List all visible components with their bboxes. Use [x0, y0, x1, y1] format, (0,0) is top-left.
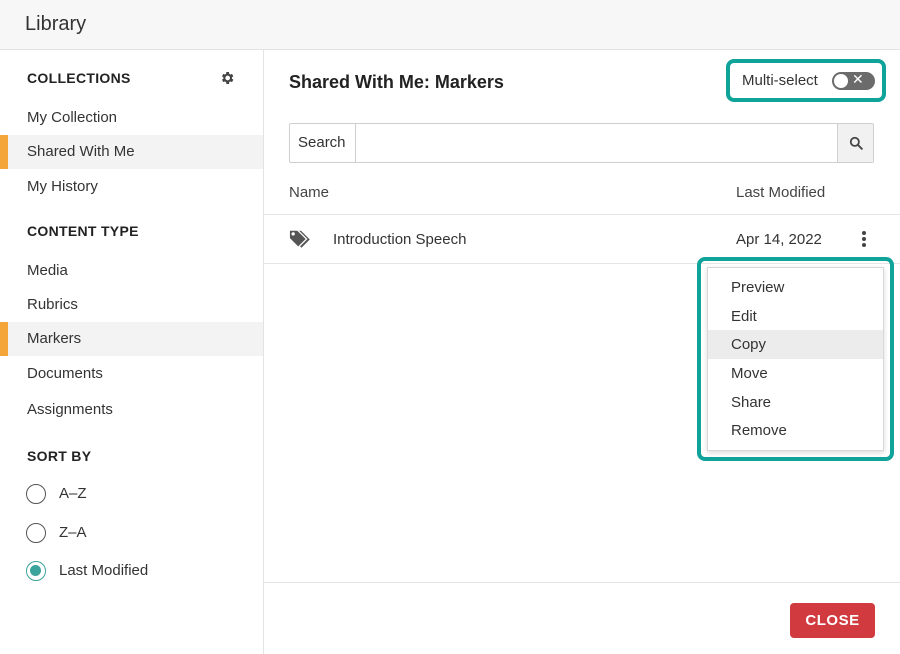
sidebar-item-label: Assignments [27, 401, 113, 418]
search-bar: Search [289, 123, 874, 163]
sidebar-item-media[interactable]: Media [0, 254, 263, 288]
menu-item-edit[interactable]: Edit [708, 302, 883, 331]
sidebar-item-markers[interactable]: Markers [0, 322, 263, 356]
row-last-modified: Apr 14, 2022 [736, 231, 822, 248]
multiselect-toggle[interactable]: ✕ [832, 71, 875, 90]
search-input[interactable] [357, 124, 837, 162]
toggle-knob [834, 74, 848, 88]
search-icon [849, 136, 863, 150]
sidebar-item-rubrics[interactable]: Rubrics [0, 288, 263, 322]
kebab-menu-icon[interactable] [858, 229, 870, 249]
context-menu: Preview Edit Copy Move Share Remove [707, 267, 884, 451]
sidebar-item-my-history[interactable]: My History [0, 170, 263, 204]
collections-heading: COLLECTIONS [27, 70, 131, 86]
gear-icon[interactable] [219, 70, 237, 88]
title-bar: Library [0, 0, 900, 50]
sort-by-heading: SORT BY [27, 448, 92, 464]
sidebar-item-shared-with-me[interactable]: Shared With Me [0, 135, 263, 169]
sidebar-item-label: My History [27, 178, 98, 195]
row-name: Introduction Speech [333, 231, 467, 248]
menu-item-move[interactable]: Move [708, 359, 883, 388]
sidebar-item-my-collection[interactable]: My Collection [0, 101, 263, 135]
sidebar-item-documents[interactable]: Documents [0, 357, 263, 391]
sidebar-item-label: My Collection [27, 109, 118, 126]
content-type-heading: CONTENT TYPE [27, 223, 139, 239]
sidebar-item-label: Rubrics [27, 296, 78, 313]
dialog-footer: CLOSE [264, 582, 900, 654]
multiselect-highlight: Multi-select ✕ [726, 59, 886, 102]
sidebar: COLLECTIONS My Collection Shared With Me… [0, 50, 264, 654]
column-header-last-modified[interactable]: Last Modified [736, 184, 825, 201]
sidebar-item-label: Documents [27, 365, 103, 382]
column-header-name[interactable]: Name [289, 184, 329, 201]
context-menu-highlight: Preview Edit Copy Move Share Remove [697, 257, 894, 461]
menu-item-preview[interactable]: Preview [708, 273, 883, 302]
radio-label: Z–A [59, 524, 87, 541]
sidebar-item-label: Media [27, 262, 68, 279]
radio-label: Last Modified [59, 562, 149, 579]
search-button[interactable] [837, 124, 873, 162]
tag-icon [289, 229, 313, 254]
close-icon: ✕ [852, 71, 864, 87]
main-panel: Shared With Me: Markers Multi-select ✕ S… [264, 50, 900, 654]
close-button[interactable]: CLOSE [790, 603, 875, 638]
sidebar-item-assignments[interactable]: Assignments [0, 393, 263, 427]
search-label: Search [290, 124, 356, 162]
page-title: Shared With Me: Markers [289, 72, 504, 92]
menu-item-copy[interactable]: Copy [708, 330, 883, 360]
radio-button[interactable] [26, 484, 46, 504]
radio-label: A–Z [59, 485, 87, 502]
menu-item-share[interactable]: Share [708, 388, 883, 417]
radio-button-checked[interactable] [26, 561, 46, 581]
multiselect-label: Multi-select [742, 72, 818, 89]
sidebar-item-label: Markers [27, 330, 82, 347]
window-title: Library [25, 13, 87, 35]
radio-button[interactable] [26, 523, 46, 543]
menu-item-remove[interactable]: Remove [708, 416, 883, 445]
sidebar-item-label: Shared With Me [27, 143, 135, 160]
